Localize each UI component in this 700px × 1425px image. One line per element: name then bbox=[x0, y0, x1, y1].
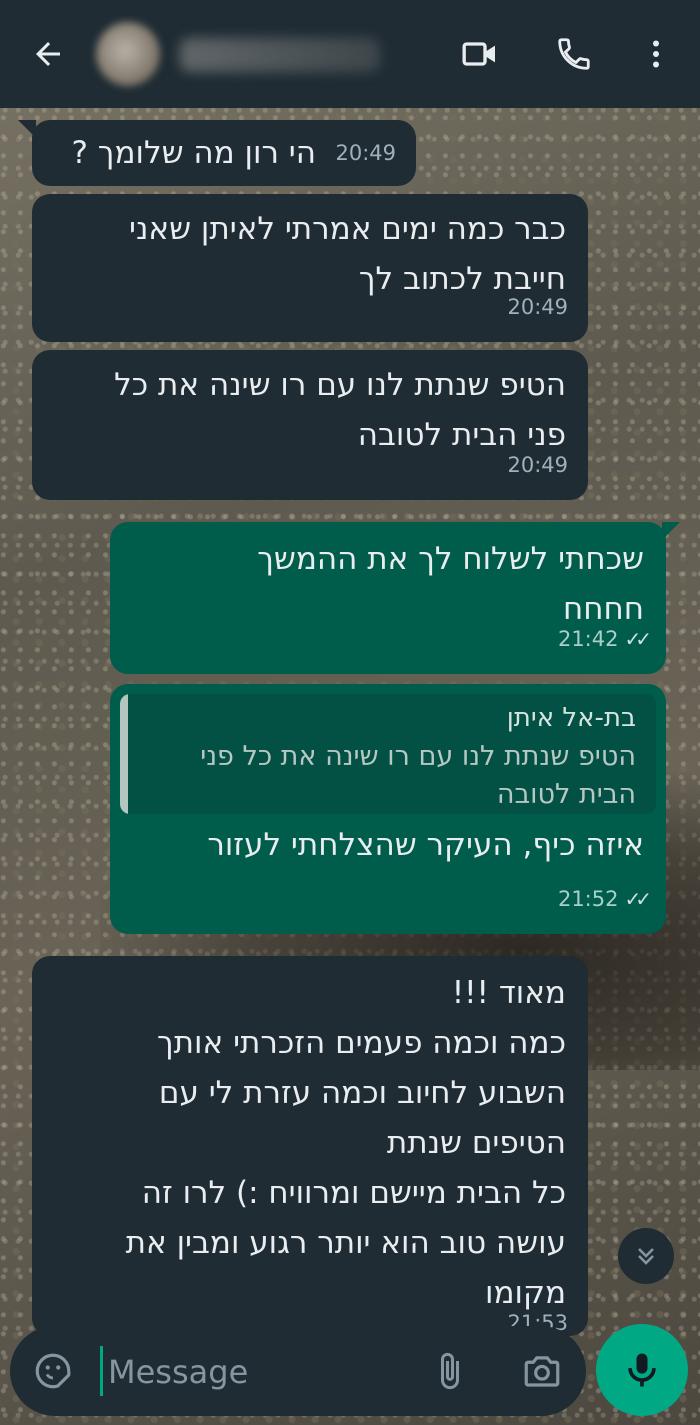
message-text: הטיפ שנתת לנו עם רו שינה את כל פני הבית … bbox=[114, 367, 566, 453]
message-input[interactable] bbox=[106, 1346, 410, 1398]
read-receipt-icon: ✓✓ bbox=[624, 627, 651, 651]
contact-name[interactable] bbox=[180, 38, 380, 72]
more-options-icon[interactable] bbox=[636, 34, 676, 74]
microphone-icon bbox=[628, 1353, 656, 1387]
sticker-emoji-icon[interactable] bbox=[32, 1350, 74, 1392]
message-time: 20:49 bbox=[335, 141, 396, 165]
camera-icon[interactable] bbox=[520, 1350, 564, 1392]
double-chevron-down-icon bbox=[638, 1248, 654, 1265]
quoted-sender: בת-אל איתן bbox=[506, 703, 636, 733]
quoted-message[interactable]: בת-אל איתן הטיפ שנתת לנו עם רו שינה את כ… bbox=[120, 694, 656, 814]
bubble-tail bbox=[18, 120, 36, 138]
contact-avatar[interactable] bbox=[96, 22, 160, 86]
scroll-to-bottom-button[interactable] bbox=[618, 1228, 674, 1284]
message-text: מאוד !!! כמה וכמה פעמים הזכרתי אותך השבו… bbox=[125, 975, 566, 1311]
message-time-text: 21:42 bbox=[557, 627, 619, 651]
quoted-text: הטיפ שנתת לנו עם רו שינה את כל פני הבית … bbox=[200, 741, 636, 810]
message-time: 21:42 ✓✓ bbox=[557, 614, 652, 664]
read-receipt-icon: ✓✓ bbox=[624, 887, 651, 911]
message-time: 21:52 ✓✓ bbox=[557, 874, 652, 924]
message-text: איזה כיף, העיקר שהצלחתי לעזור bbox=[207, 827, 644, 863]
voice-record-button[interactable] bbox=[596, 1324, 688, 1416]
back-arrow-icon[interactable] bbox=[28, 34, 68, 74]
text-caret bbox=[100, 1346, 103, 1396]
bubble-tail bbox=[662, 522, 680, 540]
attachment-paperclip-icon[interactable] bbox=[430, 1348, 470, 1394]
message-time: 20:49 bbox=[507, 453, 568, 477]
incoming-message[interactable]: כבר כמה ימים אמרתי לאיתן שאני חייבת לכתו… bbox=[32, 194, 588, 342]
video-call-icon[interactable] bbox=[460, 34, 500, 74]
voice-call-icon[interactable] bbox=[554, 34, 594, 74]
message-text: כבר כמה ימים אמרתי לאיתן שאני חייבת לכתו… bbox=[129, 211, 566, 297]
incoming-message[interactable]: מאוד !!! כמה וכמה פעמים הזכרתי אותך השבו… bbox=[32, 956, 588, 1336]
quote-bar bbox=[120, 694, 128, 814]
chat-header bbox=[0, 0, 700, 108]
message-time-text: 21:52 bbox=[557, 887, 619, 911]
outgoing-reply-message[interactable]: בת-אל איתן הטיפ שנתת לנו עם רו שינה את כ… bbox=[110, 684, 666, 934]
incoming-message[interactable]: הטיפ שנתת לנו עם רו שינה את כל פני הבית … bbox=[32, 350, 588, 500]
message-composer bbox=[10, 1326, 586, 1416]
bubble-tail bbox=[32, 956, 36, 974]
message-text: הי רון מה שלומך ? bbox=[71, 135, 317, 171]
message-time: 20:49 bbox=[507, 295, 568, 319]
outgoing-message[interactable]: שכחתי לשלוח לך את ההמשך חחחח 21:42 ✓✓ bbox=[110, 522, 680, 674]
incoming-message[interactable]: הי רון מה שלומך ? 20:49 bbox=[18, 120, 416, 186]
